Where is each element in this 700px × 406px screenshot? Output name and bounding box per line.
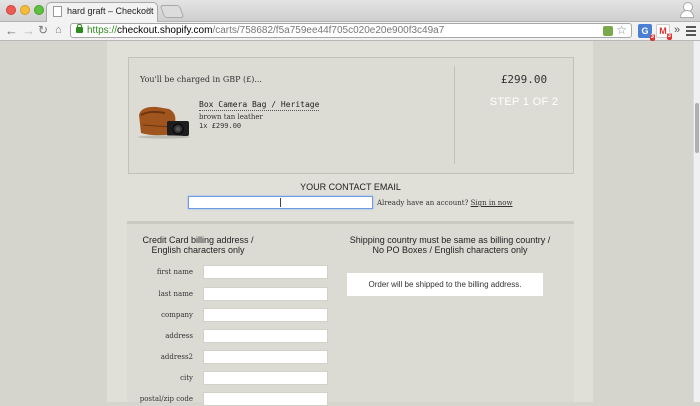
account-prompt: Already have an account? Sign in now [377, 199, 513, 207]
contact-email-heading: YOUR CONTACT EMAIL [300, 182, 401, 192]
tab-close-icon[interactable]: × [146, 5, 152, 16]
city-field[interactable] [203, 371, 328, 385]
address-label: address [165, 332, 193, 340]
page-action-icon[interactable] [603, 26, 613, 36]
address-field[interactable] [203, 329, 328, 343]
minimize-window-button[interactable] [20, 5, 30, 15]
text-cursor [280, 198, 281, 207]
last-name-field[interactable] [203, 287, 328, 301]
url-text[interactable]: https://checkout.shopify.com/carts/75868… [87, 25, 444, 37]
first-name-label: first name [156, 268, 193, 276]
shipping-country-heading: Shipping country must be same as billing… [349, 235, 551, 255]
product-thumbnail [138, 106, 190, 139]
reload-icon[interactable]: ↻ [38, 23, 48, 38]
new-tab-button[interactable] [159, 5, 185, 18]
address2-field[interactable] [203, 350, 328, 364]
address-panel: Credit Card billing address / English ch… [127, 221, 574, 406]
company-label: company [161, 311, 193, 319]
lock-icon [76, 24, 83, 33]
more-extensions-icon[interactable]: » [674, 24, 680, 36]
bookmark-star-icon[interactable]: ☆ [616, 24, 627, 37]
forward-arrow-icon[interactable]: → [22, 23, 35, 38]
address2-label: address2 [160, 353, 193, 361]
vertical-scrollbar[interactable] [693, 41, 700, 402]
address-bar[interactable]: https://checkout.shopify.com/carts/75868… [70, 23, 632, 38]
profile-icon[interactable] [680, 2, 694, 18]
tab-title: hard graft – Checkout [67, 6, 154, 16]
gmail-extension-icon[interactable]: M3 [656, 24, 672, 40]
shipping-notice: Order will be shipped to the billing add… [347, 273, 543, 296]
translate-extension-icon[interactable]: G3 [638, 24, 655, 41]
product-name[interactable]: Box Camera Bag / Heritage [199, 100, 320, 111]
menu-icon[interactable] [686, 26, 696, 38]
page-icon [53, 6, 62, 17]
browser-tab-strip: hard graft – Checkout × [0, 0, 700, 22]
city-label: city [180, 374, 193, 382]
home-icon[interactable]: ⌂ [55, 23, 62, 38]
order-summary: You'll be charged in GBP (£)... Box Came… [128, 57, 574, 174]
browser-tab[interactable]: hard graft – Checkout × [46, 2, 158, 22]
order-total: £299.00 [500, 73, 548, 86]
product-variant: brown tan leather [199, 113, 263, 121]
back-arrow-icon[interactable]: ← [5, 23, 18, 38]
first-name-field[interactable] [203, 265, 328, 279]
close-window-button[interactable] [6, 5, 16, 15]
sign-in-link[interactable]: Sign in now [471, 199, 513, 207]
scroll-thumb[interactable] [695, 103, 699, 153]
summary-divider [454, 66, 455, 164]
step-indicator: STEP 1 OF 2 [489, 96, 559, 108]
last-name-label: last name [158, 290, 193, 298]
billing-address-heading: Credit Card billing address / English ch… [142, 235, 254, 255]
browser-toolbar: ← → ↻ ⌂ https://checkout.shopify.com/car… [0, 22, 700, 41]
email-input[interactable] [188, 196, 373, 209]
zoom-window-button[interactable] [34, 5, 44, 15]
postal-code-field[interactable] [203, 392, 328, 406]
product-quantity-price: 1x £299.00 [199, 122, 242, 130]
currency-note: You'll be charged in GBP (£)... [140, 75, 262, 84]
company-field[interactable] [203, 308, 328, 322]
